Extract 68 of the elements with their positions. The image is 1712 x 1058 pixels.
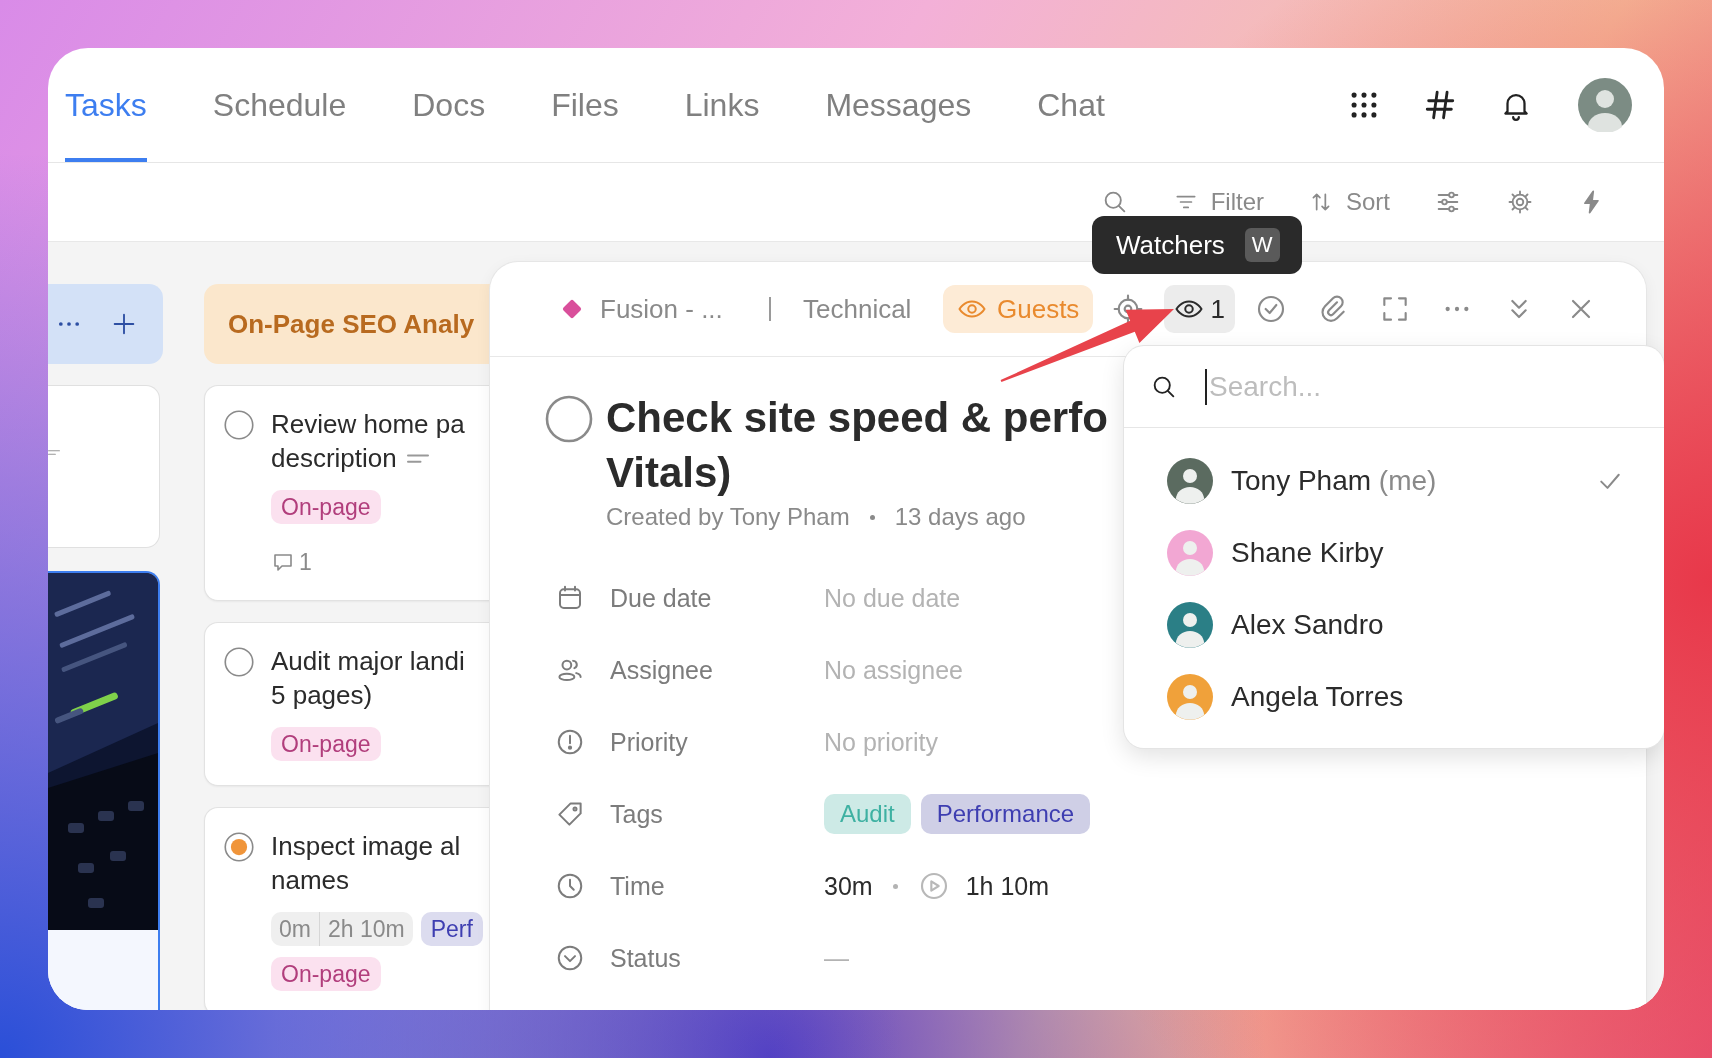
shortcut-key: W — [1244, 228, 1280, 262]
card-title[interactable]: names — [271, 863, 350, 897]
field-label: Priority — [610, 727, 689, 757]
time-tracked: 2h 10m — [326, 915, 406, 943]
task-title: Vitals) — [606, 448, 733, 498]
field-label: Tags — [610, 799, 664, 829]
priority-icon — [555, 727, 585, 757]
task-title: Check site speed & perfo — [606, 393, 1108, 443]
nav-tab[interactable]: Messages — [825, 48, 972, 162]
status-circle[interactable] — [224, 647, 254, 677]
tag: On-page — [271, 957, 381, 991]
field-label: Assignee — [610, 655, 714, 685]
column-title: On-Page SEO Analy — [228, 308, 475, 340]
nav-tab[interactable]: Tasks — [65, 48, 147, 162]
breadcrumb-link[interactable]: Fusion - ... — [600, 293, 723, 325]
time-estimate: 30m — [824, 871, 873, 901]
field-value[interactable]: — — [824, 943, 849, 973]
tag: Performance — [920, 794, 1091, 834]
created-by: Created by Tony Pham — [606, 502, 850, 532]
breadcrumb-link[interactable]: Technical — [803, 293, 912, 324]
field-value[interactable]: No due date — [824, 583, 961, 613]
nav-tab[interactable]: Links — [684, 48, 760, 162]
hash-icon[interactable] — [1423, 88, 1457, 122]
user-avatar[interactable] — [1578, 78, 1632, 132]
sort-button[interactable]: Sort — [1308, 188, 1390, 216]
card-title[interactable]: 5 pages) — [271, 678, 373, 712]
nav-tab[interactable]: Chat — [1037, 48, 1105, 162]
status-circle[interactable] — [224, 832, 254, 862]
time-estimate: 0m — [278, 915, 312, 943]
tag: On-page — [271, 727, 381, 761]
task-card[interactable]: Audit major landi 5 pages) On-page — [204, 622, 490, 786]
card-title[interactable]: description — [271, 441, 397, 475]
description-icon — [48, 448, 60, 457]
field-value[interactable]: No assignee — [824, 655, 963, 685]
nav-tab[interactable]: Schedule — [212, 48, 347, 162]
field-label: Time — [610, 871, 666, 901]
field-label: Due date — [610, 583, 713, 613]
clock-icon — [555, 871, 585, 901]
card-title[interactable]: Audit major landi — [271, 644, 465, 678]
created-date: 13 days ago — [894, 502, 1026, 532]
tag-icon — [555, 799, 585, 829]
task-card[interactable] — [48, 571, 160, 1010]
comment-count: 1 — [299, 548, 312, 576]
chevron-circle-icon — [555, 943, 585, 973]
status-circle[interactable] — [224, 410, 254, 440]
person-option[interactable]: Shane Kirby — [1124, 517, 1664, 589]
card-title[interactable]: Review home pa — [271, 407, 465, 441]
crosshair-icon[interactable] — [1112, 293, 1145, 325]
task-card[interactable]: Review home pa description On-page 1 — [204, 385, 490, 601]
time-tracked: 1h 10m — [965, 871, 1050, 901]
watchers-button[interactable]: 1 — [1164, 285, 1235, 333]
person-option[interactable]: Tony Pham (me) — [1124, 445, 1664, 517]
status-circle[interactable] — [545, 395, 593, 443]
nav-tab[interactable]: Files — [551, 48, 619, 162]
tag: Perf — [420, 912, 483, 946]
field-value[interactable]: No priority — [824, 727, 938, 757]
tooltip-label: Watchers — [1116, 229, 1225, 261]
card-title[interactable]: Inspect image al — [271, 829, 461, 863]
task-card[interactable]: Inspect image al names 0m 2h 10m Perf On-page — [204, 807, 490, 1010]
settings-icon[interactable] — [1506, 188, 1534, 216]
nav-tab[interactable]: Docs — [412, 48, 486, 162]
person-option[interactable]: Angela Torres — [1124, 661, 1664, 733]
guests-badge[interactable]: Guests — [943, 285, 1094, 333]
filter-button[interactable]: Filter — [1172, 188, 1264, 216]
tag: On-page — [271, 490, 381, 524]
person-option[interactable]: Alex Sandro — [1124, 589, 1664, 661]
tag: Audit — [824, 794, 911, 834]
field-label: Status — [610, 943, 682, 973]
